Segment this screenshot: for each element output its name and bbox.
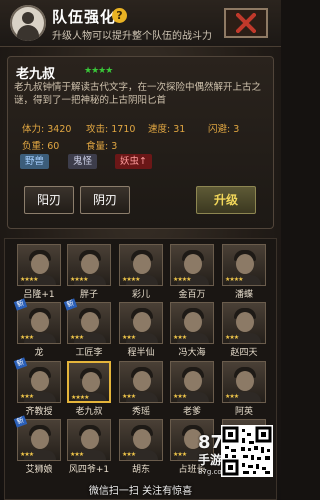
character-portrait: ★★★ [67, 419, 111, 461]
tile-name: 龙 [34, 348, 44, 358]
trait-tag-beast: 野兽 [20, 154, 50, 169]
roster-tile[interactable]: ★★★ 老爹 [170, 361, 214, 417]
character-portrait: ★★★ [17, 419, 61, 461]
roster-tile[interactable]: ★★★ 程半仙 [119, 302, 163, 358]
tile-stars: ★★★★ [122, 276, 140, 283]
close-button[interactable] [224, 8, 268, 38]
arrow-up-icon: ↑ [139, 156, 147, 167]
tile-stars: ★★★ [70, 334, 84, 341]
stat-dodge: 闪避: 3 [208, 124, 240, 135]
tile-name: 潘蝶 [234, 290, 253, 300]
character-portrait: ★★★★ [119, 244, 163, 286]
tile-name: 老九叔 [75, 407, 103, 417]
roster-tile[interactable]: ★★★ 冯大海 [170, 302, 214, 358]
page-subtitle: 升级人物可以提升整个队伍的战斗力 [52, 31, 212, 42]
stat-stamina: 体力: 3420 [22, 124, 72, 135]
roster-tile[interactable]: ★★★ 齐教授新 [13, 357, 61, 417]
character-portrait: ★★★★ [17, 244, 61, 286]
tile-stars: ★★★ [173, 393, 187, 400]
page-title: 队伍强化 [52, 8, 117, 26]
stat-load: 负重: 60 [22, 141, 60, 152]
roster-tile[interactable]: ★★★ 风四爷+1 [67, 419, 111, 475]
roster-tile[interactable]: ★★★ 秀瑶 [119, 361, 163, 417]
tile-name: 冯大海 [178, 348, 206, 358]
tile-name: 程半仙 [127, 348, 155, 358]
tile-stars: ★★★ [173, 451, 187, 458]
tile-name: 彩儿 [131, 290, 150, 300]
stat-attack: 攻击: 1710 [86, 124, 136, 135]
roster-tile[interactable]: ★★★ 阿英 [222, 361, 266, 417]
character-description: 老九叔钟情于解读古代文字，在一次探险中偶然解开上古之谜，得到了一把神秘的上古阴阳… [14, 82, 262, 106]
tile-stars: ★★★★ [70, 276, 88, 283]
roster-tile[interactable]: ★★★★ 老九叔 [67, 361, 111, 417]
roster-tile[interactable]: ★★★★ 彩儿 [119, 244, 163, 300]
tile-stars: ★★★ [20, 334, 34, 341]
roster-tile[interactable]: ★★★ 工匠李新 [63, 298, 111, 358]
character-portrait: ★★★ [222, 302, 266, 344]
tile-stars: ★★★ [122, 334, 136, 341]
character-rating-stars: ★★★★ [84, 66, 113, 76]
team-icon [10, 5, 46, 41]
tile-name: 金百万 [178, 290, 206, 300]
tile-name: 赵四天 [230, 348, 258, 358]
watermark-caption: 微信扫一扫 关注有惊喜 [88, 486, 193, 497]
character-portrait: ★★★ [170, 361, 214, 403]
stat-food: 食量: 3 [86, 141, 118, 152]
header-bar: 队伍强化 ? 升级人物可以提升整个队伍的战斗力 [0, 0, 281, 47]
tile-stars: ★★★★ [225, 276, 243, 283]
tile-stars: ★★★ [20, 393, 34, 400]
tile-stars: ★★★ [173, 334, 187, 341]
character-portrait: ★★★ [17, 302, 61, 344]
stat-speed: 速度: 31 [148, 124, 186, 135]
roster-tile[interactable]: ★★★ 龙新 [13, 298, 61, 358]
trait-tag-insect-demon: 妖虫↑ [115, 154, 152, 169]
upgrade-button[interactable]: 升级 [196, 186, 256, 214]
tile-name: 老爹 [182, 407, 201, 417]
character-portrait: ★★★ [119, 361, 163, 403]
tile-stars: ★★★ [70, 451, 84, 458]
tile-stars: ★★★ [122, 393, 136, 400]
roster-tile[interactable]: ★★★★ 胖子 [67, 244, 111, 300]
character-portrait: ★★★★ [170, 244, 214, 286]
character-portrait: ★★★★ [222, 244, 266, 286]
qr-code-image [221, 425, 273, 477]
roster-tile[interactable]: ★★★ 赵四天 [222, 302, 266, 358]
tile-stars: ★★★ [225, 393, 239, 400]
character-portrait: ★★★★ [67, 244, 111, 286]
character-portrait: ★★★ [222, 361, 266, 403]
tile-stars: ★★★★ [20, 276, 38, 283]
roster-tile[interactable]: ★★★★ 金百万 [170, 244, 214, 300]
tile-stars: ★★★ [20, 451, 34, 458]
tile-name: 风四爷+1 [68, 465, 110, 475]
tile-stars: ★★★★ [71, 394, 89, 401]
trait-tag-ghost: 鬼怪 [68, 154, 98, 169]
tile-stars: ★★★ [225, 334, 239, 341]
tile-stars: ★★★ [122, 451, 136, 458]
character-portrait: ★★★ [17, 361, 61, 403]
tile-name: 胡东 [131, 465, 150, 475]
tile-name: 秀瑶 [131, 407, 150, 417]
help-icon[interactable]: ? [112, 8, 127, 23]
character-name: 老九叔 [16, 67, 56, 82]
tile-name: 艾狮娘 [25, 465, 53, 475]
character-portrait: ★★★ [67, 302, 111, 344]
tile-name: 工匠李 [75, 348, 103, 358]
yang-blade-button[interactable]: 阳刃 [24, 186, 74, 214]
roster-tile[interactable]: ★★★ 胡东 [119, 419, 163, 475]
character-portrait: ★★★ [119, 302, 163, 344]
team-upgrade-screen: 队伍强化 ? 升级人物可以提升整个队伍的战斗力 老九叔 ★★★★ 老九叔钟情于解… [0, 0, 281, 500]
character-portrait: ★★★ [170, 302, 214, 344]
yin-blade-button[interactable]: 阴刃 [80, 186, 130, 214]
tile-name: 阿英 [234, 407, 253, 417]
roster-tile[interactable]: ★★★ 艾狮娘新 [13, 415, 61, 475]
character-portrait: ★★★ [119, 419, 163, 461]
roster-tile[interactable]: ★★★★ 潘蝶 [222, 244, 266, 300]
close-icon [236, 13, 256, 33]
tile-stars: ★★★★ [173, 276, 191, 283]
roster-tile[interactable]: ★★★★ 吕隆+1 [17, 244, 61, 300]
character-portrait: ★★★★ [67, 361, 111, 403]
